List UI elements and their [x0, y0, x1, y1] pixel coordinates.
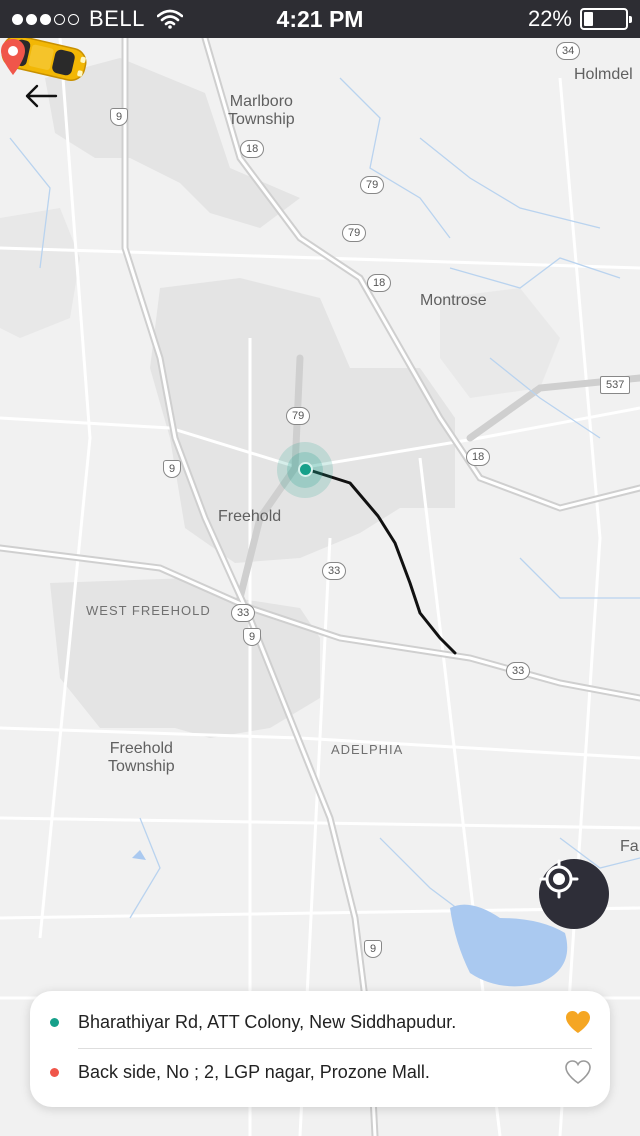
place-label-freehold: Freehold — [218, 508, 282, 525]
route-shield: 18 — [367, 274, 392, 292]
route-shield: 9 — [364, 940, 383, 958]
route-shield: 18 — [466, 448, 491, 466]
place-label-montrose: Montrose — [420, 292, 487, 309]
battery-percentage: 22% — [527, 6, 572, 31]
map-pin-icon[interactable] — [0, 38, 26, 76]
status-bar: BELL 4:21 PM 22% — [0, 0, 640, 38]
arrow-left-icon — [25, 84, 58, 108]
route-shield: 33 — [506, 662, 531, 680]
route-shield: 33 — [322, 562, 347, 580]
route-shield: 79 — [342, 224, 367, 242]
drop-address[interactable]: Back side, No ; 2, LGP nagar, Prozone Ma… — [78, 1062, 564, 1083]
route-shield: 33 — [231, 604, 256, 622]
pickup-address[interactable]: Bharathiyar Rd, ATT Colony, New Siddhapu… — [78, 1012, 564, 1033]
place-label-freehold-township: Freehold Township — [108, 740, 175, 775]
place-label-west-freehold: WEST FREEHOLD — [86, 603, 211, 618]
route-shield: 34 — [556, 42, 581, 60]
route-shield: 79 — [360, 176, 385, 194]
pickup-bullet — [50, 1017, 59, 1027]
pickup-marker[interactable] — [298, 462, 313, 477]
heart-outline-icon[interactable] — [564, 1059, 592, 1085]
battery-icon — [580, 8, 632, 30]
map-view[interactable]: Marlboro Township Montrose Holmdel Freeh… — [0, 38, 640, 1136]
place-label-fa: Fa — [620, 838, 639, 855]
place-label-holmdel: Holmdel — [574, 66, 633, 83]
route-shield: 537 — [600, 376, 631, 394]
route-address-card: Bharathiyar Rd, ATT Colony, New Siddhapu… — [30, 991, 610, 1107]
drop-address-row[interactable]: Back side, No ; 2, LGP nagar, Prozone Ma… — [30, 1047, 610, 1097]
map-background — [0, 38, 640, 1136]
locate-me-button[interactable] — [539, 859, 609, 929]
place-label-adelphia: ADELPHIA — [331, 742, 404, 757]
route-shield: 79 — [286, 407, 311, 425]
route-shield: 9 — [243, 628, 262, 646]
route-shield: 18 — [240, 140, 265, 158]
route-shield: 9 — [163, 460, 182, 478]
status-right: 22% — [527, 0, 632, 38]
drop-bullet — [50, 1067, 59, 1077]
battery-fill — [584, 12, 593, 26]
back-button[interactable] — [24, 84, 68, 120]
heart-filled-icon[interactable] — [564, 1009, 592, 1035]
route-shield: 9 — [110, 108, 129, 126]
pickup-address-row[interactable]: Bharathiyar Rd, ATT Colony, New Siddhapu… — [30, 997, 610, 1047]
place-label-marlboro: Marlboro Township — [228, 93, 295, 128]
crosshair-icon — [539, 859, 579, 899]
